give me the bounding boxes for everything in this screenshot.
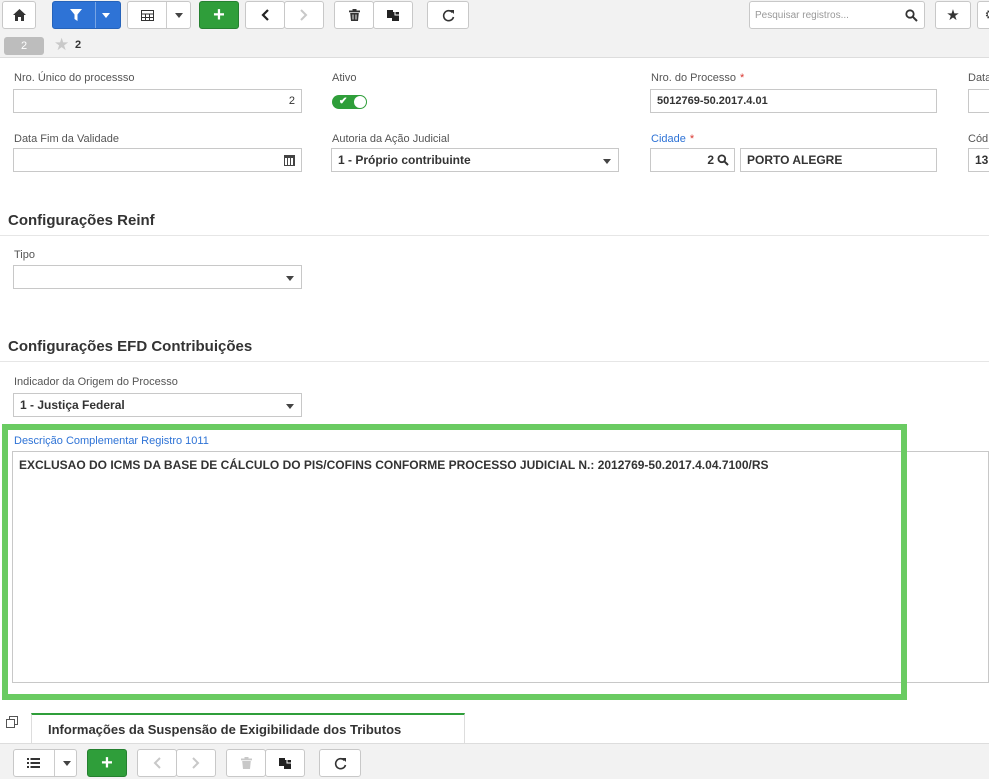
codigo-label: Cód [968, 133, 989, 145]
autoria-label: Autoria da Ação Judicial [332, 133, 450, 145]
chevron-right-icon [192, 757, 200, 769]
main-toolbar: + ★ ⚙ [0, 0, 989, 34]
settings-button[interactable]: ⚙ [977, 1, 989, 29]
filter-button[interactable] [52, 1, 121, 29]
nro-processo-label: Nro. do Processo * [651, 72, 745, 84]
copy-button[interactable] [373, 1, 413, 29]
cidade-name-value: PORTO ALEGRE [747, 153, 843, 167]
chevron-right-icon [300, 9, 308, 21]
search-input[interactable] [750, 3, 905, 27]
detail-add-button[interactable]: + [87, 749, 127, 777]
detail-grid-view-button[interactable] [13, 749, 77, 777]
chevron-left-icon [153, 757, 161, 769]
cidade-code-field[interactable]: 2 [650, 148, 735, 172]
grid-view-button[interactable] [127, 1, 191, 29]
data-fim-label: Data Fim da Validade [14, 133, 119, 145]
highlight-frame [2, 424, 907, 700]
data-field[interactable] [968, 89, 989, 113]
home-icon [12, 9, 26, 21]
refresh-button[interactable] [427, 1, 469, 29]
indicador-select[interactable]: 1 - Justiça Federal [13, 393, 302, 417]
cidade-label: Cidade * [651, 133, 695, 145]
grid-dropdown-caret-icon[interactable] [175, 13, 183, 18]
search-icon[interactable] [905, 8, 918, 22]
detail-dropdown-caret-icon[interactable] [63, 761, 71, 766]
detail-refresh-button[interactable] [319, 749, 361, 777]
chevron-down-icon [286, 276, 294, 281]
efd-divider [0, 361, 989, 362]
detail-copy-button[interactable] [265, 749, 305, 777]
tab-suspensao-exigibilidade[interactable]: Informações da Suspensão de Exigibilidad… [31, 713, 465, 743]
codigo-field[interactable]: 13 [968, 148, 989, 172]
ativo-label: Ativo [332, 72, 357, 84]
nro-unico-field[interactable] [13, 89, 302, 113]
nro-unico-label: Nro. Único do processso [14, 72, 135, 84]
detail-next-button[interactable] [176, 749, 216, 777]
windows-icon[interactable] [6, 716, 18, 728]
refresh-icon [442, 9, 454, 21]
chevron-down-icon [603, 159, 611, 164]
favorites-star-icon: ★ [54, 35, 70, 54]
cidade-code-value: 2 [707, 153, 714, 167]
calendar-icon[interactable] [284, 155, 295, 166]
favorite-button[interactable]: ★ [935, 1, 971, 29]
trash-icon [348, 9, 360, 21]
codigo-value: 13 [975, 153, 989, 167]
autoria-select[interactable]: 1 - Próprio contribuinte [331, 148, 619, 172]
detail-previous-button[interactable] [137, 749, 177, 777]
detail-delete-button[interactable] [226, 749, 266, 777]
indicador-label: Indicador da Origem do Processo [14, 376, 178, 388]
data-fim-field[interactable] [13, 148, 302, 172]
plus-icon: + [101, 751, 113, 774]
chevron-down-icon [286, 404, 294, 409]
search-box [749, 1, 925, 29]
previous-record-button[interactable] [245, 1, 285, 29]
autoria-select-value: 1 - Próprio contribuinte [338, 153, 471, 167]
data-label: Data [968, 72, 989, 84]
record-number-badge: 2 [4, 37, 44, 55]
copy-icon [386, 10, 399, 21]
check-icon: ✔ [339, 96, 348, 107]
home-button[interactable] [2, 1, 36, 29]
copy-icon [278, 758, 291, 769]
cidade-name-field[interactable]: PORTO ALEGRE [740, 148, 937, 172]
nro-processo-field[interactable] [650, 89, 937, 113]
plus-icon: + [213, 3, 225, 26]
favorites-count: 2 [75, 39, 82, 51]
tipo-label: Tipo [14, 249, 35, 261]
next-record-button[interactable] [284, 1, 324, 29]
tipo-select[interactable] [13, 265, 302, 289]
table-icon [140, 9, 154, 21]
delete-button[interactable] [334, 1, 374, 29]
filter-dropdown-caret-icon[interactable] [102, 13, 110, 18]
reinf-section-title: Configurações Reinf [8, 212, 155, 229]
reinf-divider [0, 235, 989, 236]
record-info-bar: 2 ★ 2 [0, 34, 989, 58]
search-icon[interactable] [717, 154, 729, 166]
filter-icon [69, 9, 82, 21]
star-icon: ★ [946, 7, 960, 24]
gear-icon: ⚙ [985, 7, 989, 23]
indicador-select-value: 1 - Justiça Federal [20, 398, 125, 412]
efd-section-title: Configurações EFD Contribuições [8, 338, 253, 355]
ativo-toggle[interactable]: ✔ [332, 95, 367, 109]
list-icon [26, 758, 40, 768]
trash-icon [240, 757, 252, 769]
chevron-left-icon [261, 9, 269, 21]
refresh-icon [334, 757, 346, 769]
add-record-button[interactable]: + [199, 1, 239, 29]
